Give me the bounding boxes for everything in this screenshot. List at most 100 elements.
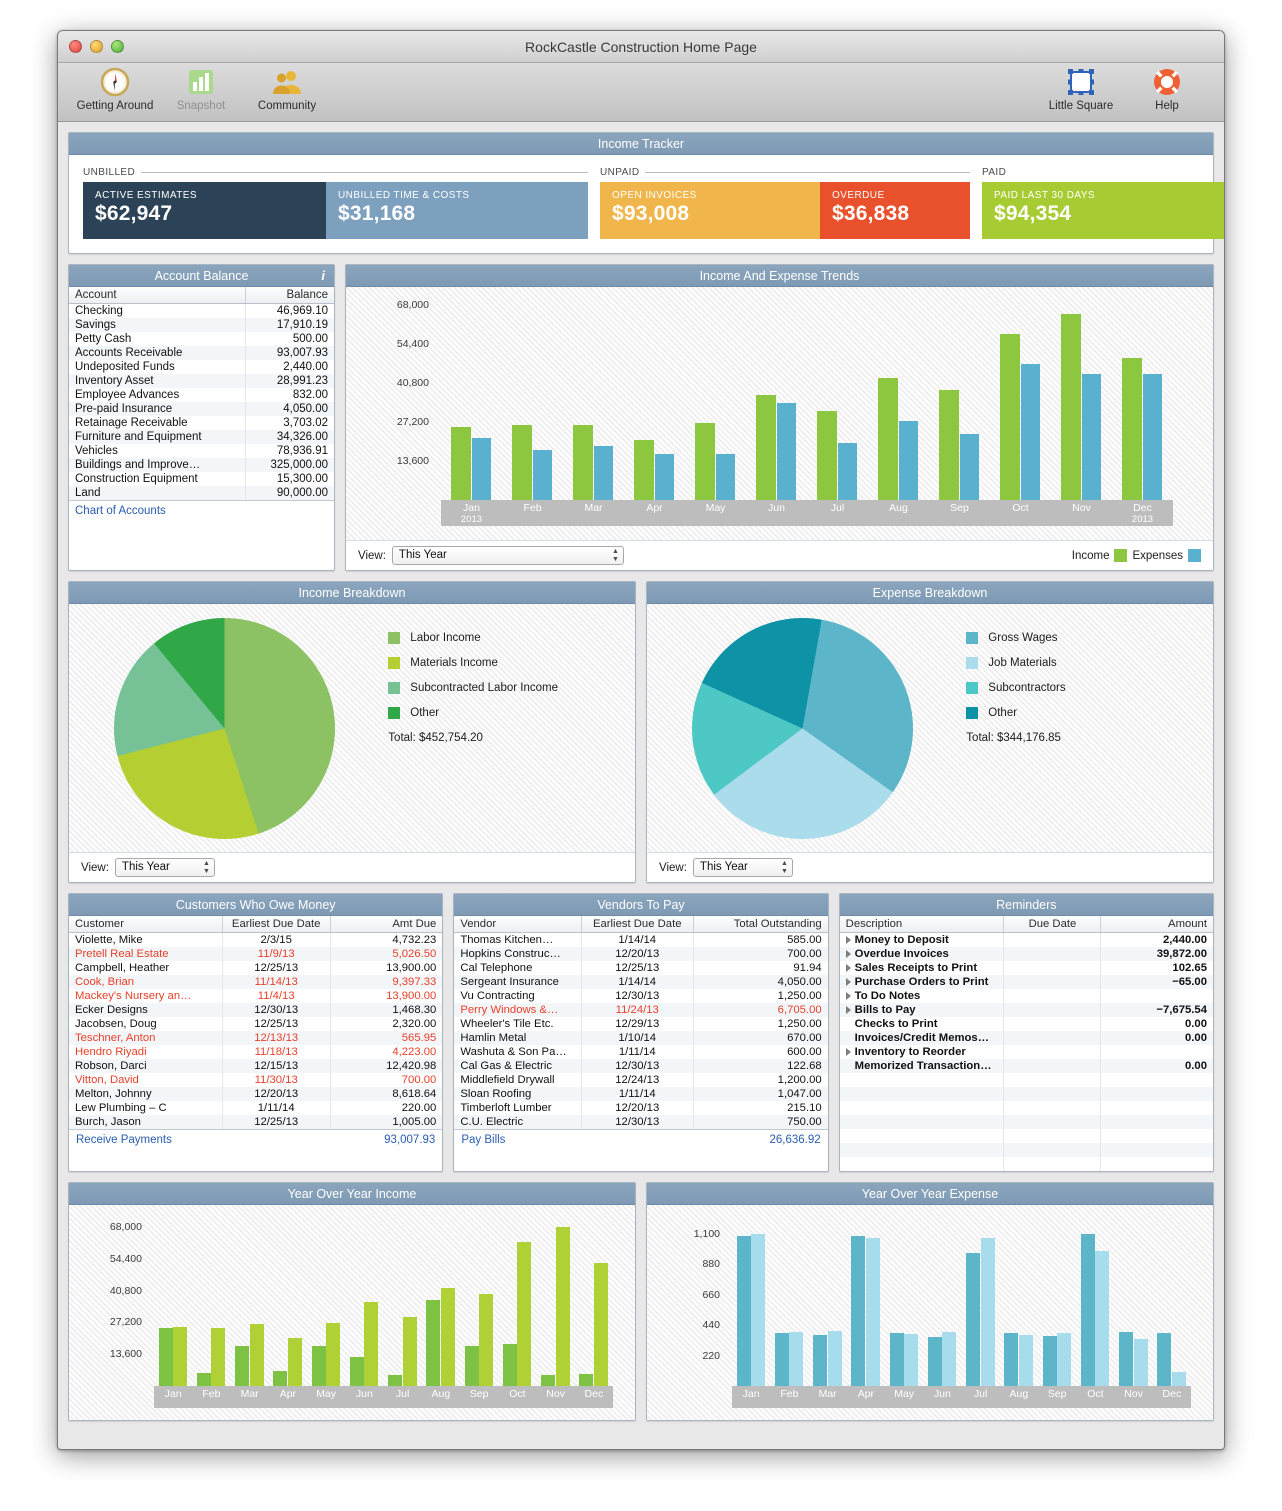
table-row[interactable]: Vitton, David 11/30/13 700.00: [69, 1073, 443, 1087]
close-button[interactable]: [69, 40, 82, 53]
zoom-button[interactable]: [111, 40, 124, 53]
table-row[interactable]: Wheeler's Tile Etc. 12/29/13 1,250.00: [454, 1017, 828, 1031]
customers-owe-panel: Customers Who Owe Money Customer Earlies…: [68, 893, 444, 1172]
income-pie[interactable]: [114, 617, 336, 839]
tile-open-invoices[interactable]: OPEN INVOICES $93,008: [600, 182, 820, 239]
tile-overdue[interactable]: OVERDUE $36,838: [820, 182, 970, 239]
tile-active-estimates[interactable]: ACTIVE ESTIMATES $62,947: [83, 182, 326, 239]
expense-breakdown-chart: Gross Wages Job Materials Subcontractors Ot…: [647, 604, 1213, 852]
pay-bills-link[interactable]: Pay Bills: [461, 1134, 505, 1146]
toolbar-help[interactable]: Help: [1124, 65, 1210, 112]
toolbar-community[interactable]: Community: [244, 65, 330, 112]
table-row[interactable]: Washuta & Son Pa… 1/11/14 600.00: [454, 1045, 828, 1059]
expand-triangle-icon[interactable]: [845, 992, 851, 1001]
expand-triangle-icon[interactable]: [845, 1048, 851, 1057]
table-row[interactable]: Vu Contracting 12/30/13 1,250.00: [454, 989, 828, 1003]
table-row[interactable]: Sloan Roofing 1/11/14 1,047.00: [454, 1087, 828, 1101]
reminder-due-date: [1003, 1003, 1101, 1017]
col-balance[interactable]: Balance: [244, 287, 334, 304]
table-row[interactable]: Pre-paid Insurance 4,050.00: [69, 402, 334, 416]
col-total-outstanding[interactable]: Total Outstanding: [692, 916, 828, 933]
table-row[interactable]: Cal Gas & Electric 12/30/13 122.68: [454, 1059, 828, 1073]
table-row[interactable]: Pretell Real Estate 11/9/13 5,026.50: [69, 947, 443, 961]
minimize-button[interactable]: [90, 40, 103, 53]
toolbar-snapshot[interactable]: Snapshot: [158, 65, 244, 112]
col-description[interactable]: Description: [839, 916, 1004, 933]
expense-view-select[interactable]: This Year ▲ ▼: [692, 858, 793, 877]
info-icon[interactable]: i: [321, 265, 325, 287]
chart-of-accounts-link[interactable]: Chart of Accounts: [69, 500, 334, 522]
expand-triangle-icon[interactable]: [845, 950, 851, 959]
table-row[interactable]: Undeposited Funds 2,440.00: [69, 360, 334, 374]
table-row[interactable]: Bills to Pay −7,675.54: [839, 1003, 1213, 1017]
table-row[interactable]: Robson, Darci 12/15/13 12,420.98: [69, 1059, 443, 1073]
table-row[interactable]: Perry Windows &… 11/24/13 6,705.00: [454, 1003, 828, 1017]
col-due-date[interactable]: Due Date: [1003, 916, 1101, 933]
col-amount[interactable]: Amount: [1100, 916, 1213, 933]
table-row[interactable]: Inventory to Reorder: [840, 1045, 1213, 1059]
toolbar-getting-around[interactable]: Getting Around: [72, 65, 158, 112]
table-row[interactable]: Employee Advances 832.00: [69, 388, 334, 402]
table-row[interactable]: Furniture and Equipment 34,326.00: [69, 430, 334, 444]
tile-unbilled-time-costs[interactable]: UNBILLED TIME & COSTS $31,168: [326, 182, 588, 239]
table-row[interactable]: Ecker Designs 12/30/13 1,468.30: [69, 1003, 443, 1017]
table-row[interactable]: Mackey's Nursery an… 11/4/13 13,900.00: [69, 989, 443, 1003]
table-row[interactable]: Melton, Johnny 12/20/13 8,618.64: [69, 1087, 443, 1101]
table-row[interactable]: Money to Deposit 2,440.00: [840, 932, 1213, 947]
table-row[interactable]: Savings 17,910.19: [69, 318, 334, 332]
table-row[interactable]: Campbell, Heather 12/25/13 13,900.00: [69, 961, 443, 975]
window-controls: [69, 40, 124, 53]
table-row[interactable]: Sergeant Insurance 1/14/14 4,050.00: [454, 975, 828, 989]
table-row[interactable]: Accounts Receivable 93,007.93: [69, 346, 334, 360]
table-row[interactable]: Checks to Print 0.00: [840, 1017, 1213, 1031]
table-row[interactable]: Memorized Transaction… 0.00: [839, 1059, 1213, 1073]
table-row[interactable]: Checking 46,969.10: [69, 303, 334, 318]
table-row[interactable]: Overdue Invoices 39,872.00: [839, 947, 1213, 961]
table-row[interactable]: Invoices/Credit Memos… 0.00: [839, 1031, 1213, 1045]
expand-triangle-icon[interactable]: [845, 936, 851, 945]
table-row[interactable]: Timberloft Lumber 12/20/13 215.10: [454, 1101, 828, 1115]
table-row[interactable]: To Do Notes: [840, 989, 1213, 1003]
table-row[interactable]: Cook, Brian 11/14/13 9,397.33: [69, 975, 443, 989]
table-header-row: Account Balance: [69, 287, 334, 304]
table-row[interactable]: Retainage Receivable 3,703.02: [69, 416, 334, 430]
row-lists: Customers Who Owe Money Customer Earlies…: [68, 893, 1214, 1172]
col-customer[interactable]: Customer: [69, 916, 223, 933]
table-row[interactable]: Burch, Jason 12/25/13 1,005.00: [69, 1115, 443, 1129]
income-view-select[interactable]: This Year ▲ ▼: [114, 858, 215, 877]
table-row[interactable]: Purchase Orders to Print −65.00: [839, 975, 1213, 989]
table-row[interactable]: Land 90,000.00: [69, 486, 334, 500]
expense-pie[interactable]: [692, 617, 914, 839]
table-row[interactable]: Petty Cash 500.00: [69, 332, 334, 346]
table-row[interactable]: Sales Receipts to Print 102.65: [840, 961, 1213, 975]
vendor-name: Cal Gas & Electric: [454, 1059, 582, 1073]
table-row[interactable]: Hendro Riyadi 11/18/13 4,223.00: [69, 1045, 443, 1059]
table-row[interactable]: C.U. Electric 12/30/13 750.00: [454, 1115, 828, 1129]
col-vendor[interactable]: Vendor: [454, 916, 582, 933]
col-earliest-due-date[interactable]: Earliest Due Date: [221, 916, 331, 933]
table-row[interactable]: Hamlin Metal 1/10/14 670.00: [454, 1031, 828, 1045]
table-row[interactable]: Middlefield Drywall 12/24/13 1,200.00: [454, 1073, 828, 1087]
col-account[interactable]: Account: [69, 287, 246, 304]
expand-triangle-icon[interactable]: [845, 978, 851, 987]
table-row[interactable]: Thomas Kitchen… 1/14/14 585.00: [454, 932, 828, 947]
receive-payments-link[interactable]: Receive Payments: [76, 1134, 172, 1146]
toolbar-little-square[interactable]: Little Square: [1038, 65, 1124, 112]
table-row[interactable]: Cal Telephone 12/25/13 91.94: [454, 961, 828, 975]
col-vendor-due-date[interactable]: Earliest Due Date: [580, 916, 694, 933]
table-row[interactable]: Violette, Mike 2/3/15 4,732.23: [69, 932, 443, 947]
table-row[interactable]: Vehicles 78,936.91: [69, 444, 334, 458]
trends-view-select[interactable]: This Year ▲ ▼: [391, 546, 624, 565]
table-row[interactable]: Construction Equipment 15,300.00: [69, 472, 334, 486]
table-row[interactable]: Lew Plumbing – C 1/11/14 220.00: [69, 1101, 443, 1115]
col-amt-due[interactable]: Amt Due: [329, 916, 443, 933]
table-row[interactable]: Buildings and Improve… 325,000.00: [69, 458, 334, 472]
table-row[interactable]: Inventory Asset 28,991.23: [69, 374, 334, 388]
table-row[interactable]: Jacobsen, Doug 12/25/13 2,320.00: [69, 1017, 443, 1031]
bar: [654, 453, 675, 500]
expand-triangle-icon[interactable]: [845, 1006, 851, 1015]
expand-triangle-icon[interactable]: [845, 964, 851, 973]
tile-paid-last-30-days[interactable]: PAID LAST 30 DAYS $94,354: [982, 182, 1224, 239]
table-row[interactable]: Hopkins Construc… 12/20/13 700.00: [454, 947, 828, 961]
table-row[interactable]: Teschner, Anton 12/13/13 565.95: [69, 1031, 443, 1045]
